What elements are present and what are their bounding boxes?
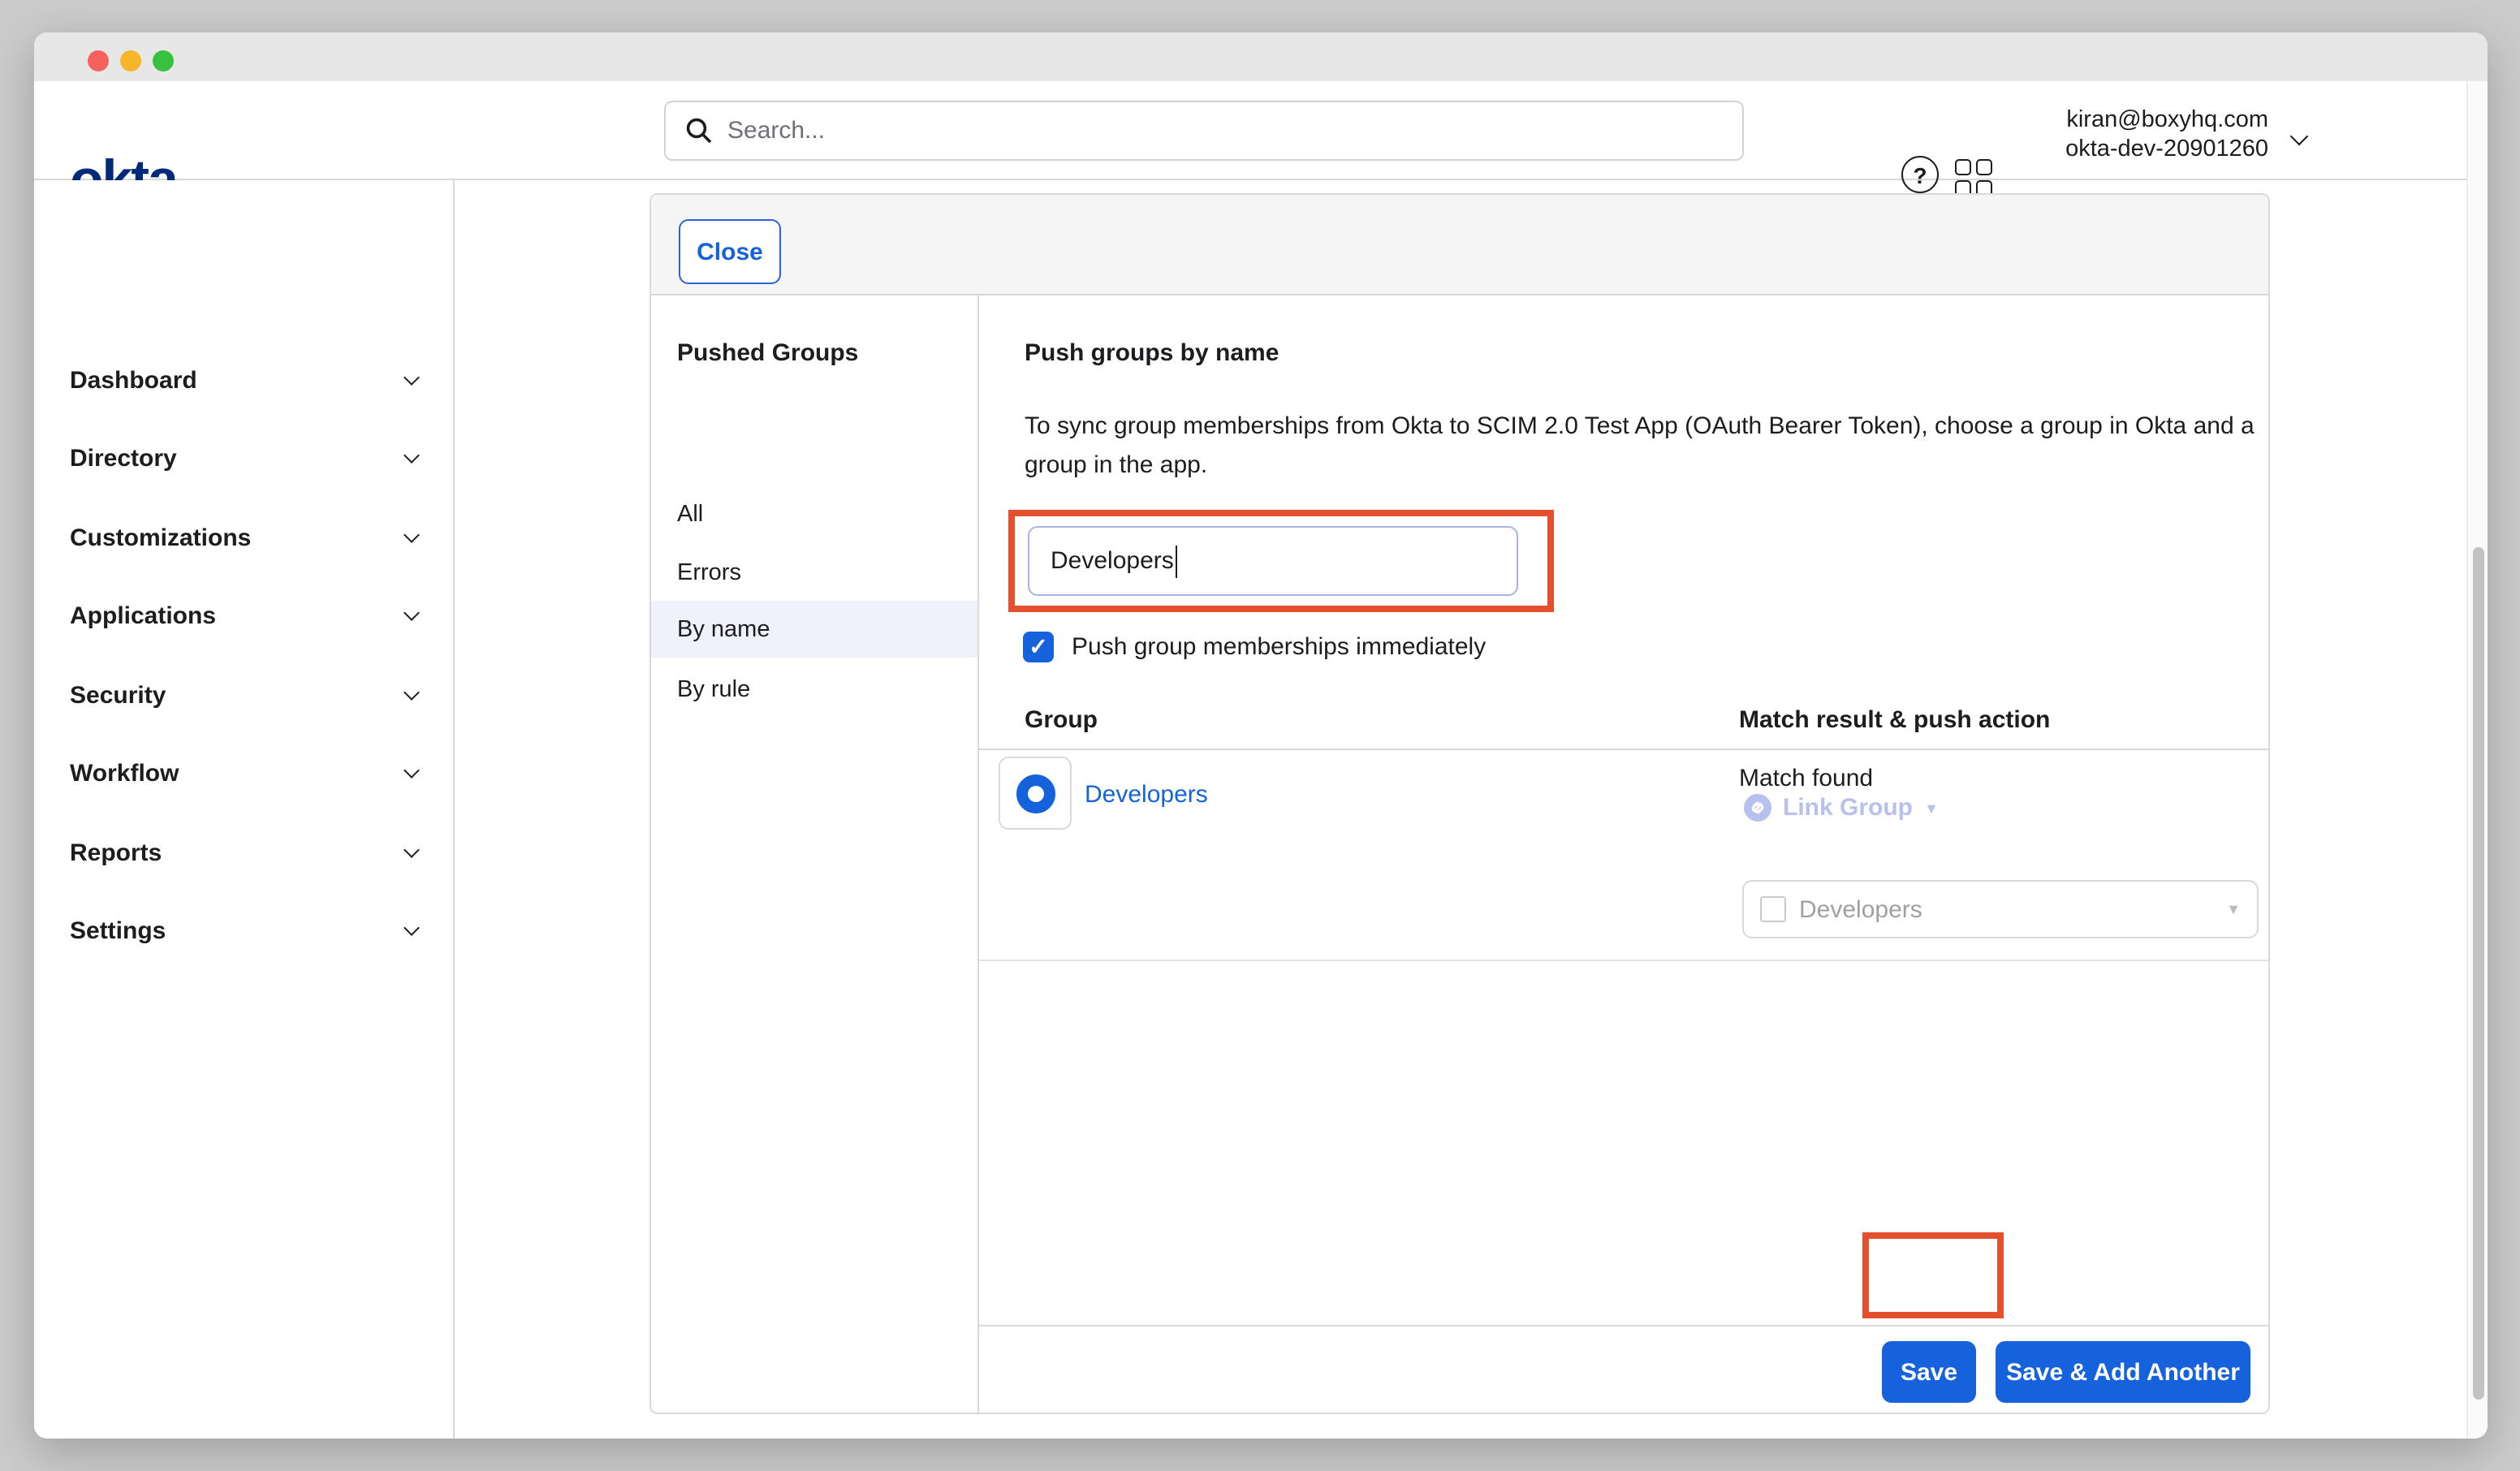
account-menu[interactable]: kiran@boxyhq.com okta-dev-20901260: [2065, 106, 2268, 164]
sidebar-item-settings[interactable]: Settings: [34, 906, 453, 955]
chevron-down-icon: [403, 841, 420, 857]
sidebar-item-dashboard[interactable]: Dashboard: [34, 356, 453, 404]
chevron-down-icon: [403, 446, 420, 463]
chevron-down-icon: [403, 761, 420, 778]
save-add-another-button[interactable]: Save & Add Another: [1996, 1341, 2250, 1403]
browser-window: okta ? kiran@boxyhq.com okta-dev-2090126…: [34, 32, 2488, 1439]
apps-grid-icon[interactable]: [1955, 159, 1996, 198]
close-button[interactable]: Close: [679, 219, 781, 284]
table-header: Group Match result & push action: [979, 701, 2268, 750]
subnav-item-all[interactable]: All: [651, 485, 977, 542]
chevron-down-icon: [403, 919, 420, 935]
scrollbar-thumb[interactable]: [2472, 547, 2483, 1400]
group-placeholder-icon: [1760, 896, 1786, 922]
text-cursor: [1176, 545, 1178, 577]
push-immediately-checkbox[interactable]: ✓: [1023, 632, 1054, 662]
annotation-box-save: [1862, 1232, 2004, 1318]
search-icon: [685, 117, 713, 145]
account-email: kiran@boxyhq.com: [2065, 106, 2268, 135]
chevron-down-icon: [403, 526, 420, 542]
group-name-input[interactable]: Developers: [1028, 526, 1518, 596]
help-icon[interactable]: ?: [1901, 156, 1939, 193]
account-chevron-down-icon[interactable]: [2293, 122, 2306, 151]
description-text: To sync group memberships from Okta to S…: [1025, 408, 2262, 485]
sidebar-item-security[interactable]: Security: [34, 671, 453, 719]
panel-toolbar: Close: [651, 195, 2268, 295]
subnav-item-errors[interactable]: Errors: [651, 544, 977, 601]
screen: okta ? kiran@boxyhq.com okta-dev-2090126…: [0, 0, 2520, 1471]
group-link[interactable]: Developers: [1085, 781, 1208, 809]
table-row: Developers Match found Link Group: [979, 752, 2268, 961]
close-window-icon[interactable]: [88, 50, 109, 71]
minimize-window-icon[interactable]: [120, 50, 141, 71]
save-button[interactable]: Save: [1882, 1341, 1976, 1403]
maximize-window-icon[interactable]: [153, 50, 174, 71]
pushed-groups-subnav: Pushed Groups All Errors By name By rule: [651, 295, 979, 1413]
push-immediately-row: ✓ Push group memberships immediately: [1023, 632, 1486, 662]
account-org: okta-dev-20901260: [2065, 135, 2268, 164]
match-status: Match found: [1739, 765, 1873, 792]
subnav-item-by-name[interactable]: By name: [651, 601, 977, 658]
linked-group-dropdown[interactable]: Developers ▼: [1742, 880, 2259, 938]
app-header: okta ? kiran@boxyhq.com okta-dev-2090126…: [34, 81, 2488, 180]
chevron-down-icon: [403, 604, 420, 620]
sidebar-item-workflow[interactable]: Workflow: [34, 748, 453, 797]
chevron-down-icon: [403, 684, 420, 700]
push-by-name-form: Push groups by name To sync group member…: [979, 295, 2268, 1413]
sidebar-item-reports[interactable]: Reports: [34, 828, 453, 877]
global-search[interactable]: [664, 101, 1744, 161]
sidebar-item-applications[interactable]: Applications: [34, 591, 453, 640]
subnav-item-by-rule[interactable]: By rule: [651, 661, 977, 718]
sidebar-item-customizations[interactable]: Customizations: [34, 513, 453, 562]
search-input[interactable]: [727, 117, 1723, 145]
subnav-title: Pushed Groups: [677, 339, 858, 367]
sidebar: Dashboard Directory Customizations Appli…: [34, 180, 455, 1439]
column-match-result: Match result & push action: [1739, 706, 2050, 734]
grid-square: [1976, 159, 1992, 175]
window-titlebar: [34, 32, 2488, 81]
group-ring-icon: [1016, 774, 1055, 813]
push-immediately-label: Push group memberships immediately: [1072, 633, 1486, 661]
group-avatar: [999, 757, 1072, 830]
sidebar-item-directory[interactable]: Directory: [34, 434, 453, 482]
link-group-button[interactable]: Link Group ▼: [1744, 794, 1939, 822]
link-group-caret-icon: ▼: [1924, 800, 1939, 816]
link-icon: [1744, 794, 1771, 822]
column-group: Group: [1025, 706, 1098, 734]
push-groups-panel: Close Pushed Groups All Errors By name B…: [649, 193, 2270, 1414]
chevron-down-icon: [403, 369, 420, 385]
form-footer: Save Save & Add Another: [979, 1325, 2268, 1413]
linked-group-value: Developers: [1799, 895, 2226, 923]
scrollbar-track[interactable]: [2466, 81, 2488, 1439]
dropdown-caret-icon: ▼: [2226, 901, 2241, 917]
grid-square: [1955, 159, 1971, 175]
page-title: Push groups by name: [1025, 339, 1279, 367]
